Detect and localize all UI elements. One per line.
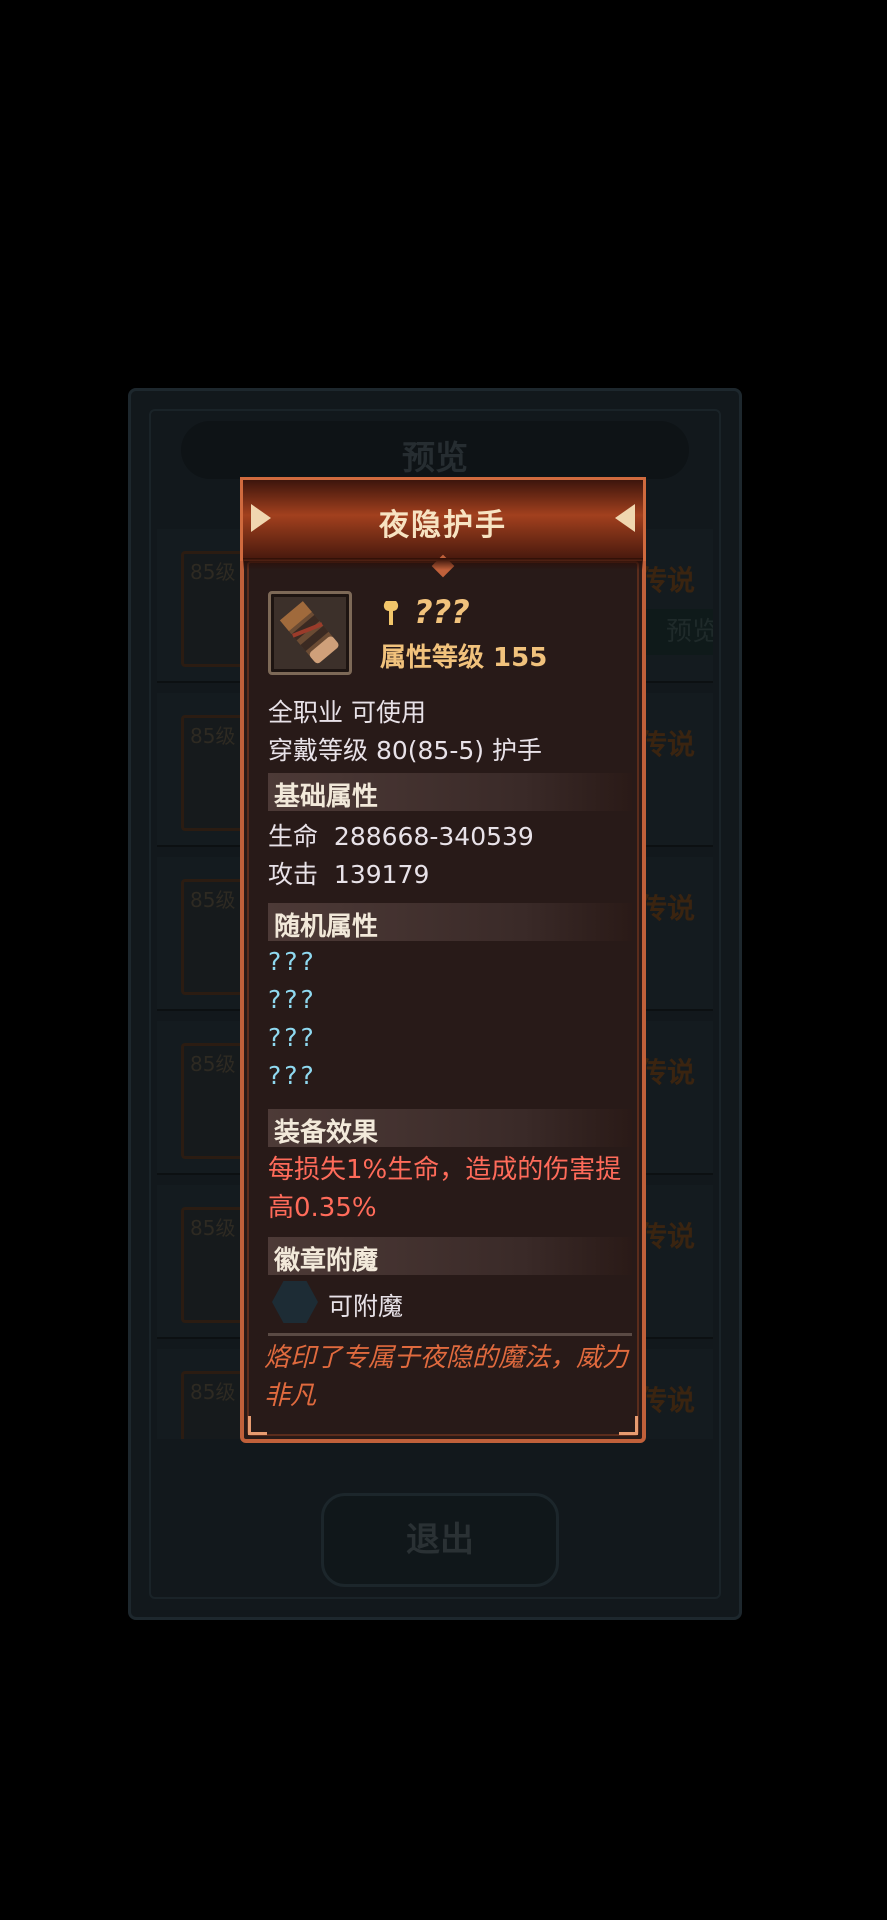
preview-title: 预览: [402, 438, 468, 477]
flavor-text: 烙印了专属于夜隐的魔法，威力非凡: [264, 1343, 629, 1411]
item-name: ???: [414, 593, 470, 631]
corner-ornament: [248, 1416, 267, 1435]
item-title: 夜隐护手: [379, 508, 507, 543]
exit-button[interactable]: 退出: [321, 1493, 559, 1587]
gauntlet-item-icon: [268, 591, 352, 675]
rarity-label: 传说: [638, 1056, 695, 1089]
section-equip-effect: 装备效果: [268, 1109, 632, 1148]
stat-label: 生命: [268, 822, 319, 851]
stat-value: 139179: [333, 860, 430, 889]
stat-row: 生命 288668-340539: [268, 817, 534, 853]
rarity-label: 传说: [638, 1220, 695, 1253]
rarity-label: 传说: [638, 564, 695, 597]
stat-value: 288668-340539: [333, 822, 534, 851]
random-stat: ???: [268, 985, 317, 1014]
section-random-stats: 随机属性: [268, 903, 632, 942]
random-stat: ???: [268, 947, 317, 976]
class-requirement: 全职业 可使用: [268, 698, 426, 727]
random-stat: ???: [268, 1061, 317, 1090]
badge-status: 可附魔: [328, 1292, 404, 1321]
stat-label: 攻击: [268, 860, 319, 889]
effect-text: 每损失1%生命，造成的伤害提高0.35%: [268, 1155, 622, 1223]
rarity-label: 传说: [638, 728, 695, 761]
rarity-label: 传说: [638, 1384, 695, 1417]
preview-button[interactable]: 预览: [637, 609, 713, 655]
section-base-stats: 基础属性: [268, 773, 632, 812]
random-stat: ???: [268, 1023, 317, 1052]
weapon-key-icon: [380, 599, 402, 633]
item-tooltip: 夜隐护手 ??? 属性等级 155 全职业 可使用 穿戴等级 80(85-5) …: [240, 477, 646, 1443]
arrow-right-icon[interactable]: [615, 504, 635, 532]
section-badge-enchant: 徽章附魔: [268, 1237, 632, 1276]
stat-row: 攻击 139179: [268, 855, 429, 891]
corner-ornament: [619, 1416, 638, 1435]
attribute-level: 属性等级 155: [380, 643, 548, 673]
divider: [268, 1333, 632, 1336]
wear-level: 穿戴等级 80(85-5) 护手: [268, 736, 542, 765]
rarity-label: 传说: [638, 892, 695, 925]
tooltip-header: 夜隐护手: [240, 477, 646, 578]
